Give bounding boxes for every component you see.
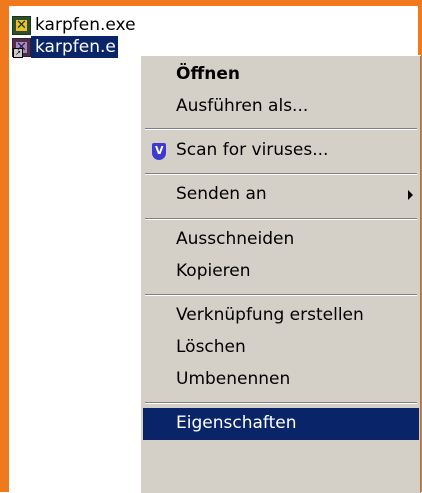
antivirus-shield-icon — [152, 143, 166, 160]
menu-item-open[interactable]: Öffnen — [143, 59, 419, 91]
menu-item-run-as[interactable]: Ausführen als... — [143, 91, 419, 123]
shortcut-arrow-icon: ↗ — [13, 47, 23, 58]
menu-separator — [145, 173, 417, 175]
shortcut-file-icon: ↗ — [12, 37, 31, 58]
menu-item-rename[interactable]: Umbenennen — [143, 364, 419, 396]
executable-file-icon — [12, 15, 31, 35]
file-name: karpfen.e — [31, 36, 118, 58]
menu-item-copy[interactable]: Kopieren — [143, 256, 419, 288]
context-menu: Öffnen Ausführen als... Scan for viruses… — [140, 55, 421, 493]
submenu-arrow-icon — [408, 190, 413, 200]
menu-item-properties[interactable]: Eigenschaften — [143, 408, 419, 440]
file-item-selected[interactable]: ↗ karpfen.e — [12, 36, 118, 58]
file-item[interactable]: karpfen.exe — [12, 14, 138, 36]
menu-separator — [145, 402, 417, 404]
menu-separator — [145, 128, 417, 130]
window-frame-left — [0, 0, 9, 492]
menu-item-send-to[interactable]: Senden an — [143, 179, 419, 211]
window-frame-top — [0, 0, 422, 6]
menu-item-cut[interactable]: Ausschneiden — [143, 224, 419, 256]
menu-separator — [145, 294, 417, 296]
menu-item-create-shortcut[interactable]: Verknüpfung erstellen — [143, 300, 419, 332]
menu-item-delete[interactable]: Löschen — [143, 332, 419, 364]
file-name: karpfen.exe — [35, 15, 136, 35]
menu-separator — [145, 218, 417, 220]
menu-item-scan-viruses[interactable]: Scan for viruses... — [143, 135, 419, 167]
